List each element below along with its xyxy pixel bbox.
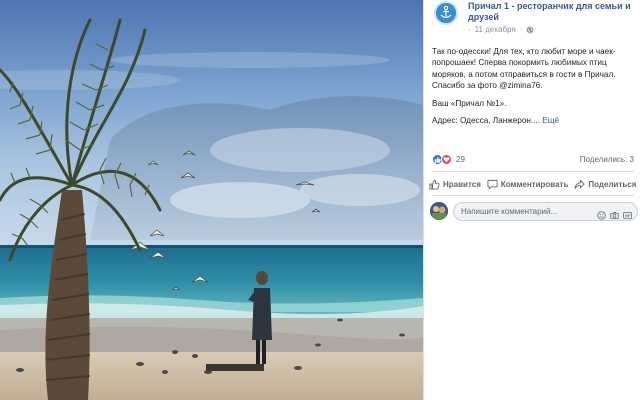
- comment-label: Комментировать: [500, 179, 569, 189]
- meta-dot-2: ·: [519, 25, 523, 34]
- share-icon: [574, 179, 585, 189]
- like-button[interactable]: Нравится: [426, 179, 484, 190]
- post-address: Адрес: Одесса, Ланжерон....: [432, 116, 541, 126]
- like-label: Нравится: [443, 179, 481, 189]
- comment-composer: GIF: [430, 200, 638, 222]
- user-avatar[interactable]: [430, 202, 448, 220]
- post-actions: Нравится Комментировать Поделиться: [426, 176, 639, 192]
- svg-text:GIF: GIF: [625, 214, 630, 218]
- camera-icon[interactable]: [610, 207, 619, 219]
- reactions-count: 29: [456, 154, 465, 164]
- comment-box[interactable]: GIF: [453, 201, 638, 221]
- heart-icon: [441, 153, 452, 165]
- divider-top: [432, 171, 634, 172]
- gif-icon[interactable]: GIF: [623, 207, 632, 219]
- globe-icon[interactable]: [526, 26, 534, 34]
- divider-bottom: [432, 195, 634, 196]
- post-date[interactable]: 11 декабря: [475, 25, 516, 34]
- post-text-paragraph-3: Адрес: Одесса, Ланжерон.... Ещё: [432, 115, 636, 126]
- post-header: Причал 1 - ресторанчик для семьи и друзе…: [424, 0, 640, 40]
- post-text-paragraph-1: Так по-одесски! Для тех, кто любит море …: [432, 47, 616, 91]
- meta-dot: ·: [468, 25, 471, 34]
- share-label: Поделиться: [588, 179, 637, 189]
- anchor-icon: [436, 3, 456, 23]
- post-side-panel: Причал 1 - ресторанчик для семьи и друзе…: [423, 0, 640, 400]
- page-avatar[interactable]: [434, 1, 458, 25]
- comment-tools: GIF: [597, 207, 632, 220]
- post-photo[interactable]: [0, 0, 423, 400]
- comment-button[interactable]: Комментировать: [484, 179, 572, 190]
- post-meta: · 11 декабря ·: [468, 25, 534, 34]
- share-button[interactable]: Поделиться: [571, 179, 639, 190]
- emoji-icon[interactable]: [597, 207, 606, 220]
- reactions-summary[interactable]: 29: [432, 153, 465, 165]
- comment-input[interactable]: [461, 206, 597, 216]
- reactions-bar: 29 Поделились: 3: [432, 152, 634, 166]
- page-name-link[interactable]: Причал 1 - ресторанчик для семьи и друзе…: [468, 1, 638, 23]
- post-text-paragraph-2: Ваш «Причал №1».: [432, 98, 507, 108]
- see-more-link[interactable]: Ещё: [542, 116, 559, 125]
- shares-count[interactable]: Поделились: 3: [580, 155, 634, 164]
- comment-icon: [487, 179, 498, 190]
- post-text: Так по-одесски! Для тех, кто любит море …: [432, 46, 636, 132]
- beach-photo-illustration: [0, 0, 423, 400]
- like-icon: [429, 179, 440, 190]
